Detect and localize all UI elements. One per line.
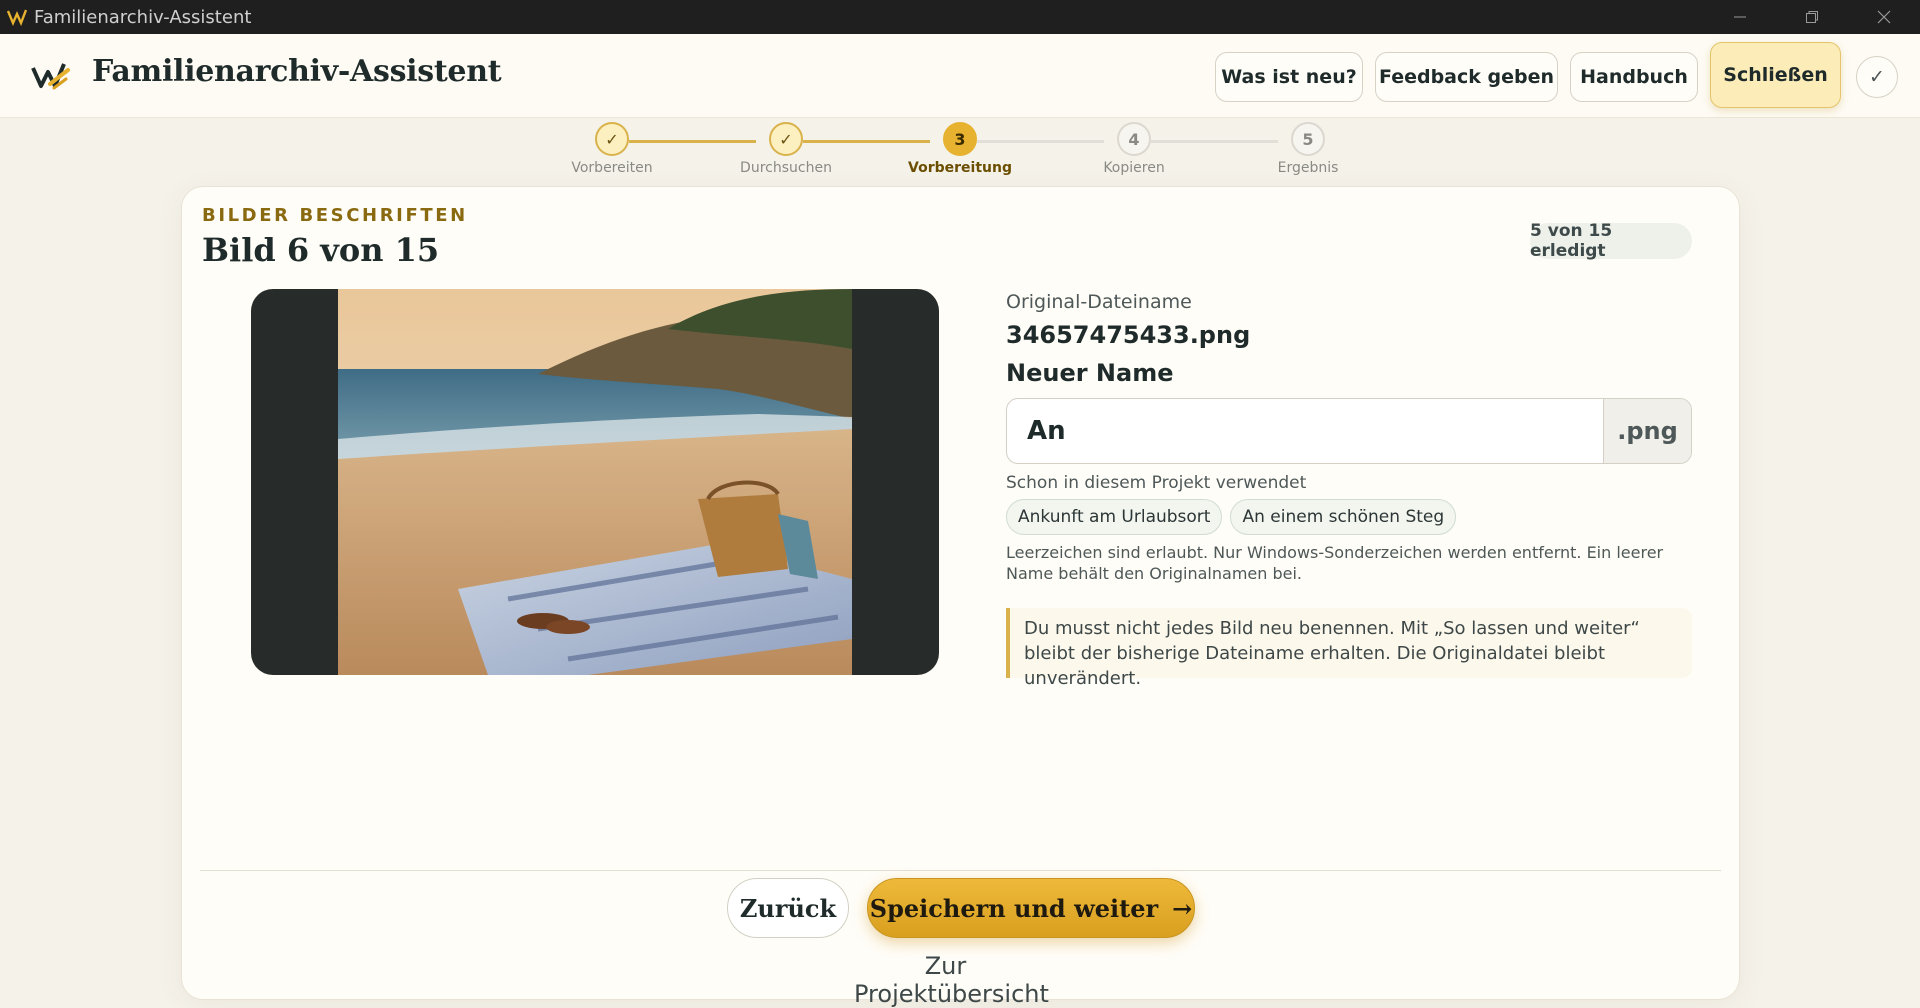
minimize-icon[interactable] bbox=[1704, 0, 1776, 34]
feedback-button[interactable]: Feedback geben bbox=[1375, 52, 1558, 102]
window-title: Familienarchiv-Assistent bbox=[34, 6, 252, 28]
original-filename-value: 34657475433.png bbox=[1006, 321, 1251, 349]
restore-icon[interactable] bbox=[1776, 0, 1848, 34]
step-connector bbox=[803, 140, 930, 143]
step-4-label: Kopieren bbox=[1103, 160, 1165, 176]
used-name-chip[interactable]: An einem schönen Steg bbox=[1230, 499, 1457, 535]
image-preview-frame bbox=[251, 289, 939, 675]
rename-card: BILDER BESCHRIFTEN Bild 6 von 15 5 von 1… bbox=[181, 186, 1740, 1008]
used-name-chip[interactable]: Ankunft am Urlaubsort bbox=[1006, 499, 1223, 535]
used-names-label: Schon in diesem Projekt verwendet bbox=[1006, 473, 1307, 493]
new-name-input[interactable] bbox=[1007, 399, 1604, 463]
step-3-circle: 3 bbox=[943, 122, 977, 156]
save-button-label: Speichern und weiter bbox=[869, 893, 1159, 923]
step-connector bbox=[1151, 140, 1278, 143]
beach-photo bbox=[338, 289, 852, 675]
file-extension-suffix: .png bbox=[1603, 399, 1691, 463]
step-2-check-icon[interactable]: ✓ bbox=[769, 122, 803, 156]
os-titlebar: Familienarchiv-Assistent bbox=[0, 0, 1920, 34]
brand-logo-icon bbox=[30, 58, 70, 94]
save-and-continue-button[interactable]: Speichern und weiter → bbox=[867, 878, 1195, 938]
manual-button[interactable]: Handbuch bbox=[1570, 52, 1698, 102]
step-5-label: Ergebnis bbox=[1277, 160, 1339, 176]
back-button[interactable]: Zurück bbox=[727, 878, 849, 938]
whats-new-button[interactable]: Was ist neu? bbox=[1215, 52, 1363, 102]
check-icon[interactable]: ✓ bbox=[1856, 56, 1898, 98]
info-box: Du musst nicht jedes Bild neu benennen. … bbox=[1006, 608, 1692, 689]
window-controls bbox=[1704, 0, 1920, 34]
step-5-circle: 5 bbox=[1291, 122, 1325, 156]
original-filename-label: Original-Dateiname bbox=[1006, 291, 1192, 313]
naming-hint: Leerzeichen sind erlaubt. Nur Windows-So… bbox=[1006, 543, 1664, 583]
image-counter-title: Bild 6 von 15 bbox=[202, 231, 440, 269]
step-2-label: Durchsuchen bbox=[740, 160, 832, 176]
project-overview-link[interactable]: Zur Projektübersicht bbox=[854, 952, 1049, 1008]
arrow-right-icon: → bbox=[1172, 893, 1193, 923]
stepper: ✓ Vorbereiten ✓ Durchsuchen 3 Vorbereitu… bbox=[0, 118, 1920, 184]
new-name-field: .png bbox=[1006, 398, 1692, 464]
close-button[interactable]: Schließen bbox=[1710, 42, 1841, 108]
step-connector bbox=[977, 140, 1104, 143]
app-logo-icon bbox=[0, 0, 34, 34]
step-1-check-icon[interactable]: ✓ bbox=[595, 122, 629, 156]
app-title: Familienarchiv-Assistent bbox=[92, 54, 502, 89]
footer-divider bbox=[200, 870, 1721, 871]
step-4-circle: 4 bbox=[1117, 122, 1151, 156]
step-connector bbox=[629, 140, 756, 143]
section-eyebrow: BILDER BESCHRIFTEN bbox=[202, 205, 468, 226]
progress-badge: 5 von 15 erledigt bbox=[1530, 221, 1692, 261]
step-1-label: Vorbereiten bbox=[571, 160, 653, 176]
used-names-list: Ankunft am Urlaubsort An einem schönen S… bbox=[1006, 499, 1457, 535]
new-name-label: Neuer Name bbox=[1006, 359, 1174, 387]
close-icon[interactable] bbox=[1848, 0, 1920, 34]
app-header: Familienarchiv-Assistent Was ist neu? Fe… bbox=[0, 34, 1920, 118]
step-3-label: Vorbereitung bbox=[908, 160, 1012, 176]
